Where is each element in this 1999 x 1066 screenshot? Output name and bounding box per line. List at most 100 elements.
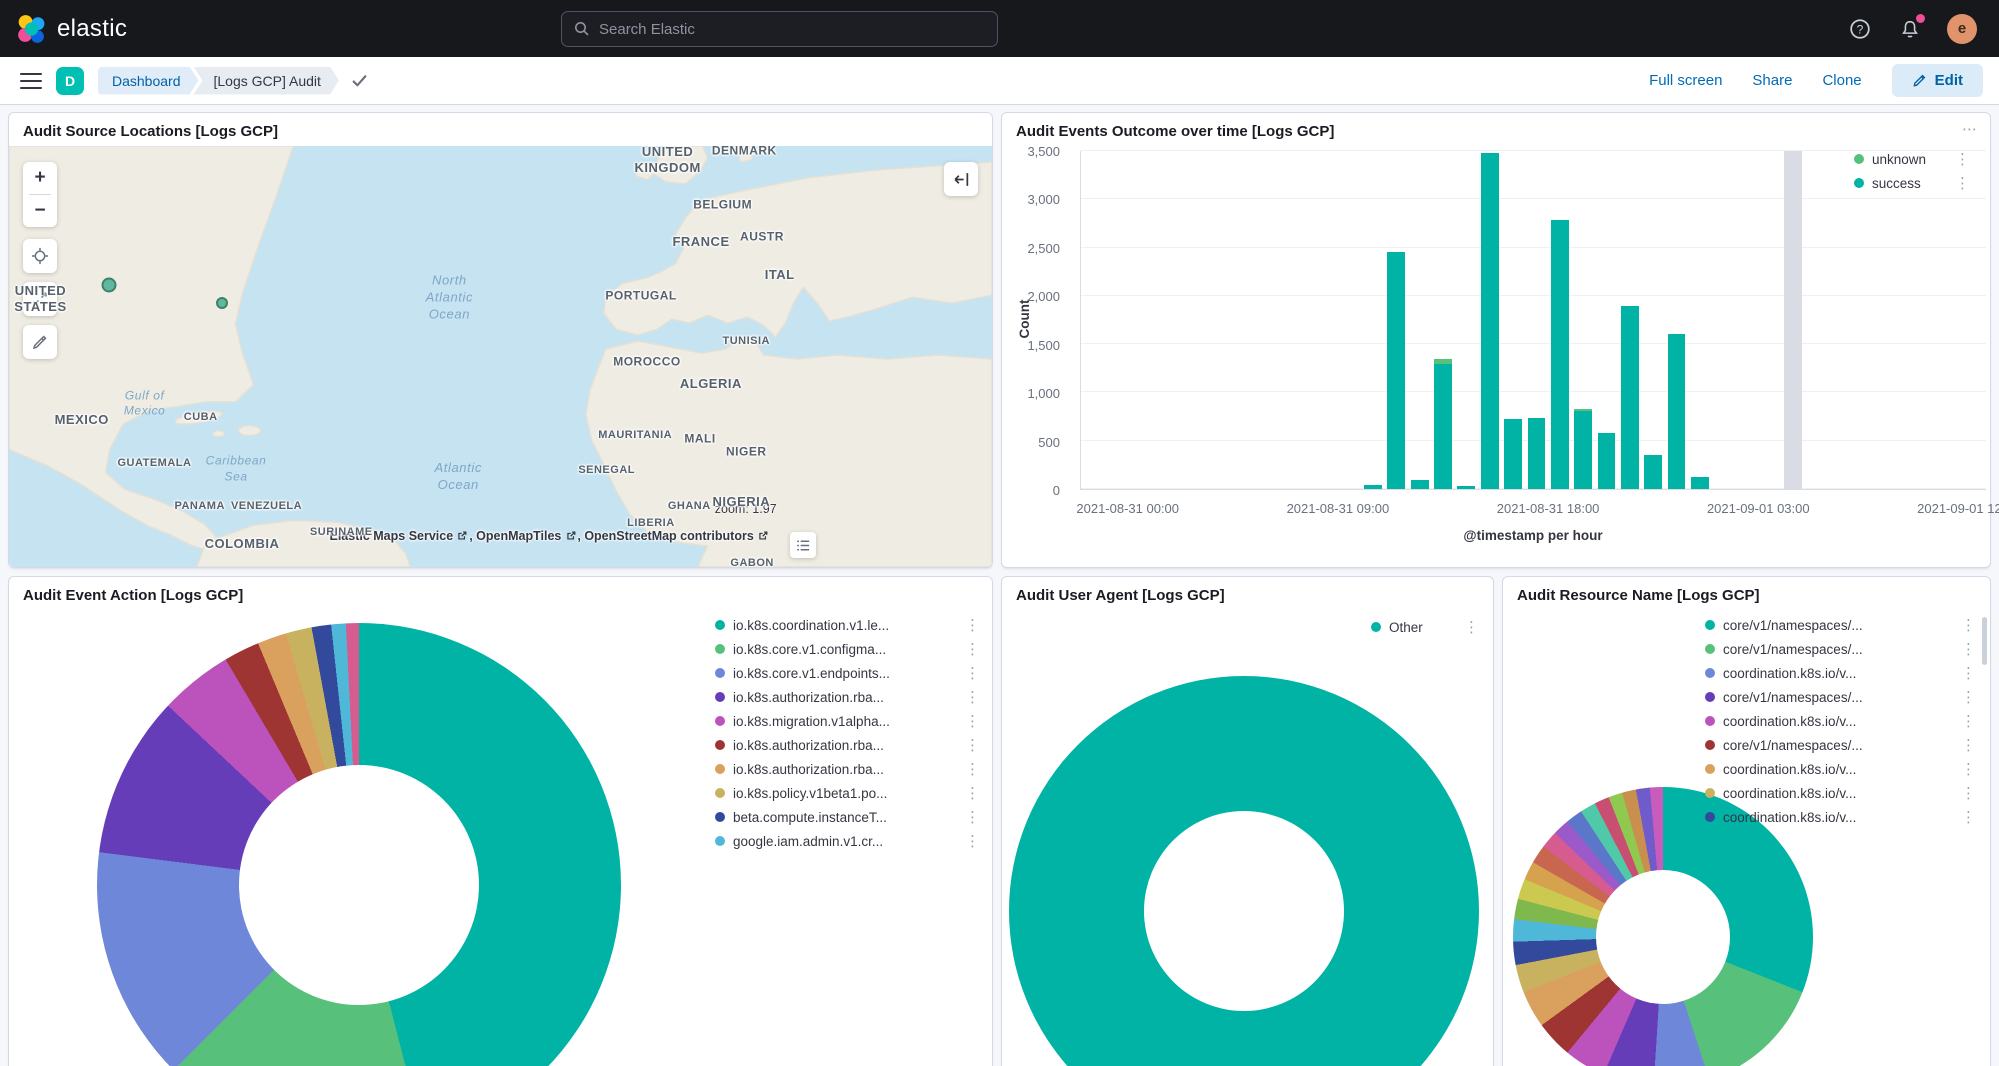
legend-actions-icon[interactable]: ⋮ — [1959, 736, 1978, 754]
legend-actions-icon[interactable]: ⋮ — [963, 736, 982, 754]
legend-item[interactable]: unknown⋮ — [1854, 147, 1972, 171]
legend-actions-icon[interactable]: ⋮ — [963, 640, 982, 658]
legend-item[interactable]: coordination.k8s.io/v...⋮ — [1705, 709, 1978, 733]
y-tick-label: 2,500 — [1027, 241, 1060, 256]
legend-item[interactable]: coordination.k8s.io/v...⋮ — [1705, 661, 1978, 685]
map-country-label: UNITED STATES — [14, 283, 66, 316]
map-attribution-link[interactable]: OpenMapTiles — [476, 529, 577, 543]
legend-item[interactable]: io.k8s.authorization.rba...⋮ — [715, 685, 982, 709]
zoom-in-button[interactable]: + — [23, 162, 57, 194]
map-canvas[interactable]: + − zoom: 1. — [9, 146, 992, 567]
y-tick-label: 1,500 — [1027, 338, 1060, 353]
legend-actions-icon[interactable]: ⋮ — [1959, 640, 1978, 658]
map-zoom-control[interactable]: + − — [23, 162, 57, 227]
legend-item[interactable]: core/v1/namespaces/...⋮ — [1705, 685, 1978, 709]
map-country-label: MEXICO — [55, 412, 109, 428]
map-legend-button[interactable] — [790, 532, 816, 558]
user-avatar[interactable]: e — [1947, 14, 1977, 44]
legend-item[interactable]: io.k8s.authorization.rba...⋮ — [715, 733, 982, 757]
share-button[interactable]: Share — [1752, 72, 1792, 89]
legend-label: io.k8s.authorization.rba... — [733, 762, 955, 777]
legend-item[interactable]: io.k8s.authorization.rba... ⋮ — [715, 757, 982, 781]
legend-actions-icon[interactable]: ⋮ — [1959, 808, 1978, 826]
legend-actions-icon[interactable]: ⋮ — [963, 664, 982, 682]
panel-title: Audit Events Outcome over time [Logs GCP… — [1002, 113, 1990, 144]
legend-item[interactable]: core/v1/namespaces/...⋮ — [1705, 637, 1978, 661]
legend-actions-icon[interactable]: ⋮ — [1959, 616, 1978, 634]
legend-actions-icon[interactable]: ⋮ — [963, 832, 982, 850]
legend-item[interactable]: core/v1/namespaces/...⋮ — [1705, 613, 1978, 637]
global-search[interactable] — [561, 11, 998, 47]
map-country-label: DENMARK — [712, 146, 777, 159]
legend-item[interactable]: coordination.k8s.io/v... ⋮ — [1705, 757, 1978, 781]
legend-actions-icon[interactable]: ⋮ — [1959, 712, 1978, 730]
clone-button[interactable]: Clone — [1822, 72, 1861, 89]
legend-item[interactable]: Other ⋮ — [1371, 615, 1481, 639]
legend-actions-icon[interactable]: ⋮ — [1959, 760, 1978, 778]
legend-item[interactable]: google.iam.admin.v1.cr...⋮ — [715, 829, 982, 853]
legend-item[interactable]: io.k8s.migration.v1alpha...⋮ — [715, 709, 982, 733]
legend-actions-icon[interactable]: ⋮ — [1462, 618, 1481, 636]
map-document-marker[interactable] — [102, 278, 117, 293]
legend-actions-icon[interactable]: ⋮ — [1959, 664, 1978, 682]
event-action-donut-chart[interactable] — [97, 623, 621, 1066]
legend-label: beta.compute.instanceT... — [733, 810, 955, 825]
legend-item[interactable]: coordination.k8s.io/v...⋮ — [1705, 805, 1978, 829]
zoom-out-button[interactable]: − — [23, 195, 57, 227]
bar-unknown — [1434, 359, 1452, 365]
search-input[interactable] — [599, 21, 985, 38]
map-document-marker[interactable] — [216, 297, 228, 309]
legend-color-dot — [1371, 622, 1381, 632]
legend-actions-icon[interactable]: ⋮ — [963, 760, 982, 778]
elastic-logo-icon — [16, 14, 46, 44]
map-country-label: UNITED KINGDOM — [634, 146, 700, 176]
map-draw-tools-button[interactable] — [23, 325, 57, 359]
user-agent-donut-chart[interactable] — [1009, 676, 1479, 1066]
outcome-plot[interactable]: 2021-08-31 00:002021-08-31 09:002021-08-… — [1080, 151, 1986, 490]
map-collapse-legend-button[interactable] — [944, 162, 978, 196]
panel-options-icon[interactable]: ⋯ — [1962, 125, 1978, 135]
legend-actions-icon[interactable]: ⋮ — [1959, 784, 1978, 802]
bar-success — [1504, 419, 1522, 489]
elastic-logo[interactable]: elastic — [16, 0, 127, 57]
legend-actions-icon[interactable]: ⋮ — [1953, 150, 1972, 168]
panel-audit-source-locations: Audit Source Locations [Logs GCP] + − — [8, 112, 993, 568]
map-ocean-label: North Atlantic Ocean — [426, 273, 473, 324]
legend-actions-icon[interactable]: ⋮ — [963, 616, 982, 634]
legend-color-dot — [1705, 668, 1715, 678]
help-icon[interactable]: ? — [1847, 16, 1873, 42]
legend-actions-icon[interactable]: ⋮ — [963, 784, 982, 802]
legend-label: coordination.k8s.io/v... — [1723, 762, 1951, 777]
legend-item[interactable]: io.k8s.coordination.v1.le...⋮ — [715, 613, 982, 637]
y-tick-label: 3,500 — [1027, 144, 1060, 159]
legend-item[interactable]: io.k8s.policy.v1beta1.po...⋮ — [715, 781, 982, 805]
legend-actions-icon[interactable]: ⋮ — [1959, 688, 1978, 706]
breadcrumb-current[interactable]: [Logs GCP] Audit — [194, 67, 339, 95]
legend-scrollbar[interactable] — [1982, 617, 1987, 665]
legend-actions-icon[interactable]: ⋮ — [963, 688, 982, 706]
legend-item[interactable]: core/v1/namespaces/...⋮ — [1705, 733, 1978, 757]
map-country-label: GABON — [730, 557, 773, 567]
legend-item[interactable]: success⋮ — [1854, 171, 1972, 195]
breadcrumb-dashboard[interactable]: Dashboard — [98, 67, 199, 95]
legend-actions-icon[interactable]: ⋮ — [963, 712, 982, 730]
menu-icon[interactable] — [20, 73, 42, 89]
edit-button[interactable]: Edit — [1892, 64, 1983, 97]
legend-item[interactable]: coordination.k8s.io/v...⋮ — [1705, 781, 1978, 805]
map-locate-button[interactable] — [23, 239, 57, 273]
legend-item[interactable]: io.k8s.core.v1.configma...⋮ — [715, 637, 982, 661]
legend-actions-icon[interactable]: ⋮ — [1953, 174, 1972, 192]
legend-item[interactable]: beta.compute.instanceT... ⋮ — [715, 805, 982, 829]
map-country-label: FRANCE — [672, 233, 729, 249]
map-country-label: MAURITANIA — [598, 429, 672, 443]
legend-actions-icon[interactable]: ⋮ — [963, 808, 982, 826]
external-link-icon — [565, 530, 576, 541]
newsfeed-icon[interactable] — [1897, 16, 1923, 42]
full-screen-button[interactable]: Full screen — [1649, 72, 1722, 89]
y-tick-label: 500 — [1038, 435, 1060, 450]
map-attribution-link[interactable]: OpenStreetMap contributors — [584, 529, 769, 543]
space-badge[interactable]: D — [56, 67, 84, 95]
legend-item[interactable]: io.k8s.core.v1.endpoints...⋮ — [715, 661, 982, 685]
bar-success — [1364, 485, 1382, 489]
legend-label: Other — [1389, 620, 1454, 635]
